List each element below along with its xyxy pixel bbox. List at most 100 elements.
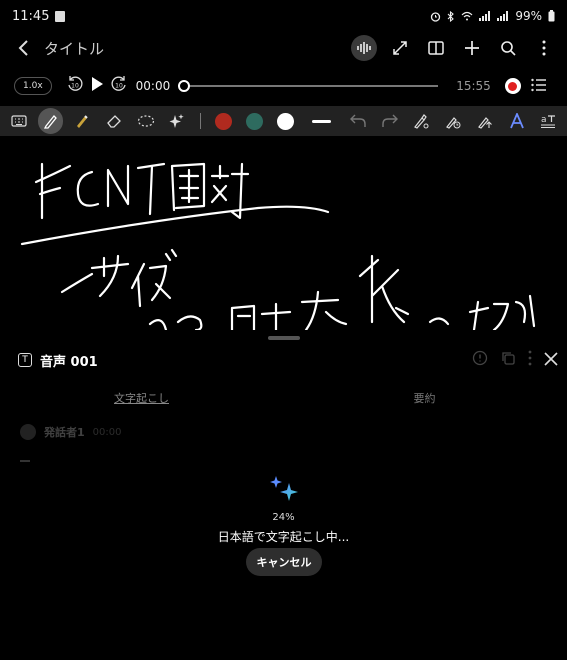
drawing-toolbar: a: [0, 106, 567, 136]
status-bar: 11:45 99%: [0, 0, 567, 32]
undo-icon: [350, 114, 366, 127]
audio-seek-slider[interactable]: [178, 80, 439, 92]
battery-icon: [548, 10, 555, 22]
progress-percent: 24%: [272, 512, 295, 523]
recording-name: 音声 001: [40, 354, 98, 370]
svg-text:10: 10: [115, 83, 123, 90]
expand-button[interactable]: [387, 35, 413, 61]
record-button[interactable]: [504, 78, 521, 94]
keyboard-icon: [11, 115, 27, 127]
play-button[interactable]: [90, 76, 104, 96]
list-icon: [531, 78, 546, 91]
pen-share-button[interactable]: [472, 108, 498, 134]
panel-more-button[interactable]: [528, 350, 532, 370]
close-icon: [544, 351, 558, 366]
copy-button[interactable]: [500, 350, 516, 370]
more-vertical-icon: [542, 40, 546, 56]
signal-icon: [479, 11, 491, 21]
speaker-name: 発話者1: [44, 426, 85, 439]
transcription-progress-text: 日本語で文字起こし中...: [217, 530, 350, 544]
play-icon: [91, 77, 103, 91]
expand-icon: [393, 41, 407, 55]
copy-icon: [502, 352, 515, 365]
color-teal-swatch[interactable]: [245, 112, 263, 130]
cancel-button[interactable]: キャンセル: [246, 548, 322, 576]
playback-speed-button[interactable]: 1.0x: [14, 77, 52, 95]
stroke-width-selector[interactable]: [311, 119, 332, 123]
page-title[interactable]: タイトル: [44, 38, 104, 59]
redo-button[interactable]: [377, 108, 403, 134]
seek-handle[interactable]: [178, 80, 191, 92]
text-convert-button[interactable]: a: [535, 108, 561, 134]
plus-icon: [465, 41, 479, 55]
chevron-left-icon: [18, 40, 28, 56]
voice-recording-button[interactable]: [351, 35, 377, 61]
status-time: 11:45: [12, 8, 50, 24]
more-vertical-icon: [528, 350, 532, 366]
signal-icon-2: [497, 11, 509, 21]
handwriting-ai-button[interactable]: [504, 108, 530, 134]
eraser-tool[interactable]: [101, 108, 127, 134]
transcript-doc-icon: T: [18, 353, 32, 367]
notification-icon: [55, 10, 66, 22]
handwriting-a-icon: [509, 113, 524, 129]
svg-text:10: 10: [71, 83, 79, 90]
pen-settings-button[interactable]: [409, 108, 435, 134]
eraser-icon: [107, 115, 121, 128]
svg-text:a: a: [541, 115, 547, 125]
more-options-button[interactable]: [531, 35, 557, 61]
back-button[interactable]: [10, 34, 38, 62]
highlighter-icon: [77, 115, 88, 128]
recording-list-button[interactable]: [531, 77, 547, 96]
panel-header: T 音声 001: [18, 348, 558, 372]
color-red-swatch[interactable]: [215, 112, 232, 130]
pen-history-button[interactable]: [440, 108, 466, 134]
audio-player-bar: 1.0x 10 10 00:00 15:55: [0, 70, 567, 102]
record-icon: [508, 81, 518, 91]
text-convert-icon: a: [541, 115, 556, 128]
waveform-icon: [357, 42, 371, 54]
search-icon: [501, 41, 516, 56]
panel-tabs: 文字起こし 要約: [0, 390, 567, 412]
bluetooth-icon: [447, 10, 455, 22]
sparkle-icon: [169, 114, 184, 128]
battery-percent: 99%: [515, 9, 542, 23]
speaker-avatar: [20, 424, 36, 440]
lasso-icon: [137, 115, 154, 127]
tab-transcript[interactable]: 文字起こし: [0, 390, 283, 412]
book-view-button[interactable]: [423, 35, 449, 61]
search-button[interactable]: [495, 35, 521, 61]
wifi-icon: [461, 11, 473, 21]
forward-10-button[interactable]: 10: [110, 75, 128, 97]
forward-10-icon: 10: [111, 76, 126, 91]
add-button[interactable]: [459, 35, 485, 61]
transcript-placeholder-line: [20, 460, 30, 462]
pen-settings-icon: [414, 114, 429, 129]
pen-icon: [43, 115, 57, 129]
info-icon: [472, 350, 488, 366]
keyboard-tool[interactable]: [6, 108, 32, 134]
undo-button[interactable]: [345, 108, 371, 134]
pen-clock-icon: [446, 117, 461, 129]
toolbar-divider: [200, 113, 202, 129]
book-icon: [428, 41, 444, 55]
handwriting-strokes: [20, 162, 536, 330]
ai-tool[interactable]: [164, 108, 190, 134]
speaker-timestamp: 00:00: [92, 426, 122, 438]
lasso-tool[interactable]: [133, 108, 159, 134]
color-white-swatch[interactable]: [276, 112, 294, 130]
rewind-10-button[interactable]: 10: [66, 75, 84, 97]
panel-drag-handle[interactable]: [268, 336, 300, 340]
highlighter-tool[interactable]: [69, 108, 95, 134]
ai-sparkle-icon: [268, 474, 300, 508]
tab-summary[interactable]: 要約: [283, 390, 566, 412]
alarm-icon: [431, 11, 441, 22]
close-panel-button[interactable]: [544, 351, 558, 370]
speaker-row: 発話者1 00:00: [20, 424, 121, 440]
pen-tool[interactable]: [37, 108, 64, 134]
rewind-10-icon: 10: [68, 76, 83, 91]
handwriting-canvas[interactable]: [0, 136, 567, 330]
current-time: 00:00: [135, 79, 171, 93]
info-button[interactable]: [472, 350, 488, 370]
pen-arrow-icon: [477, 117, 492, 129]
